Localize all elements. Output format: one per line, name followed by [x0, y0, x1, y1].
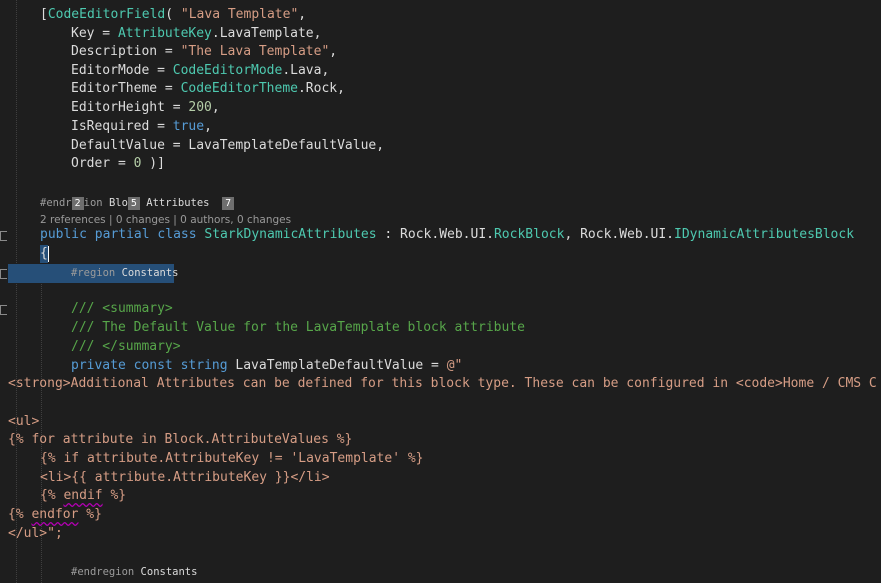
field-declaration: private const string LavaTemplateDefault… [71, 358, 463, 373]
string-line: {% if attribute.AttributeKey != 'LavaTem… [40, 451, 424, 466]
key-tip-badge[interactable]: 5 [127, 196, 140, 210]
code-line: DefaultValue = LavaTemplateDefaultValue, [71, 138, 385, 153]
string-line: <li>{{ attribute.AttributeKey }}</li> [40, 470, 330, 485]
string-line: {% for attribute in Block.AttributeValue… [8, 432, 353, 447]
class-declaration: public partial class StarkDynamicAttribu… [40, 227, 855, 242]
code-line: EditorHeight = 200, [71, 100, 220, 115]
endregion-line: #endr 2 ion Blo 5 Attributes 7 [40, 194, 235, 212]
collapse-marker[interactable] [0, 231, 7, 241]
endregion-line: #endregion Constants [71, 566, 198, 578]
region-line: #region Constants [71, 267, 179, 279]
string-line: {% endif %} [40, 488, 127, 503]
indent-guide [16, 0, 17, 583]
collapse-marker[interactable] [0, 305, 7, 315]
code-line: EditorMode = CodeEditorMode.Lava, [71, 63, 330, 78]
code-line: IsRequired = true, [71, 119, 212, 134]
code-line: Key = AttributeKey.LavaTemplate, [71, 26, 322, 41]
key-tip-badge[interactable]: 2 [71, 196, 84, 210]
string-line: <ul> [8, 414, 40, 429]
code-line: { [40, 246, 48, 261]
string-line: {% endfor %} [8, 507, 102, 522]
code-line: EditorTheme = CodeEditorTheme.Rock, [71, 81, 345, 96]
doc-comment: /// The Default Value for the LavaTempla… [71, 320, 525, 335]
code-line: Description = "The Lava Template", [71, 44, 338, 59]
doc-comment: /// </summary> [71, 339, 181, 354]
key-tip-badge[interactable]: 7 [222, 196, 235, 210]
code-line: Order = 0 )] [71, 156, 165, 171]
string-line: <strong>Additional Attributes can be def… [8, 376, 877, 391]
string-line: </ul>"; [8, 526, 63, 541]
collapse-marker[interactable] [0, 269, 7, 279]
text-caret [48, 246, 49, 262]
doc-comment: /// <summary> [71, 301, 173, 316]
code-editor[interactable]: [CodeEditorField( "Lava Template", Key =… [0, 0, 881, 583]
code-line: [CodeEditorField( "Lava Template", [40, 7, 307, 22]
